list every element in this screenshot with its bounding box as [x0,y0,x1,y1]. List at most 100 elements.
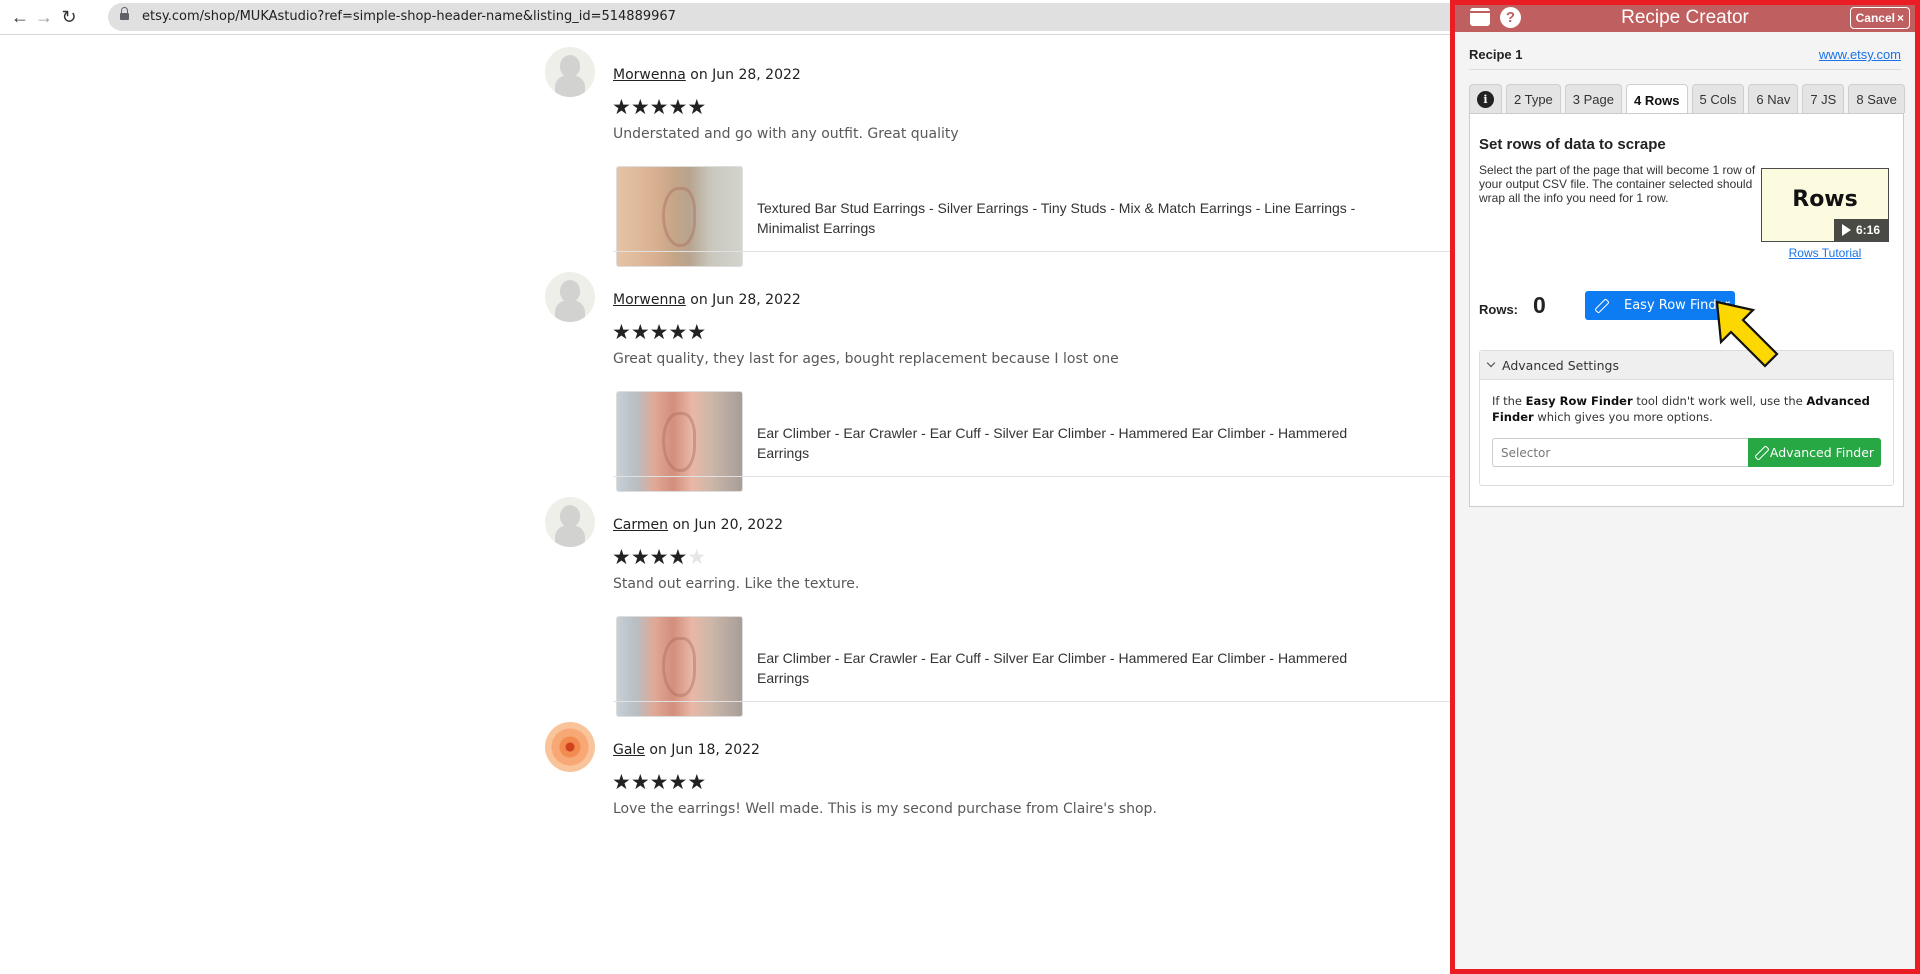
star-filled-icon: ★ [687,771,707,794]
reviewer-name-link[interactable]: Carmen [613,517,668,533]
star-filled-icon: ★ [649,321,669,344]
url-text[interactable]: etsy.com/shop/MUKAstudio?ref=simple-shop… [142,9,676,24]
play-icon [1841,224,1851,236]
panel-title: Recipe Creator [1621,7,1749,28]
recipe-name: Recipe 1 [1469,47,1523,62]
tab-cols[interactable]: 5 Cols [1691,84,1745,113]
tab-type[interactable]: 2 Type [1506,84,1561,113]
reviews-list: Morwenna on Jun 28, 2022 ★★★★★ Understat… [0,36,1450,974]
review-date: on Jun 18, 2022 [644,742,760,758]
reviewer-avatar [545,47,595,97]
section-description: Select the part of the page that will be… [1479,163,1756,205]
tab-rows[interactable]: 4 Rows [1626,84,1688,115]
cancel-button[interactable]: Cancel × [1849,7,1910,29]
pencil-icon [1755,447,1766,458]
star-filled-icon: ★ [612,321,631,344]
star-filled-icon: ★ [612,771,631,794]
rows-tutorial-link[interactable]: Rows Tutorial [1761,246,1889,260]
back-button[interactable]: ← [8,5,32,29]
reviewer-avatar [545,497,595,547]
advanced-finder-button[interactable]: Advanced Finder [1748,438,1881,467]
star-filled-icon: ★ [630,321,650,344]
cancel-label: Cancel [1855,11,1895,25]
star-rating: ★★★★★ [612,772,706,793]
review-text: Stand out earring. Like the texture. [613,576,860,592]
lock-icon [120,7,129,22]
reviewer-name-link[interactable]: Morwenna [613,67,686,83]
rows-count: 0 [1533,292,1546,318]
forward-button[interactable]: → [32,5,56,29]
review-date: on Jun 28, 2022 [685,292,801,308]
recipe-creator-panel: ? Recipe Creator Cancel × Recipe 1 www.e… [1450,0,1920,974]
star-filled-icon: ★ [630,546,650,569]
star-filled-icon: ★ [668,321,688,344]
arrow-left-icon: ← [11,6,29,27]
star-rating: ★★★★★ [612,97,706,118]
star-filled-icon: ★ [649,546,669,569]
reviewer-name-link[interactable]: Gale [613,742,645,758]
product-title[interactable]: Textured Bar Stud Earrings - Silver Earr… [757,198,1397,238]
tab-save[interactable]: 8 Save [1848,84,1905,113]
star-rating: ★★★★★ [612,322,706,343]
reviewer-line: Gale on Jun 18, 2022 [613,742,760,758]
tab-js[interactable]: 7 JS [1802,84,1845,113]
reviewer-avatar [545,272,595,322]
star-filled-icon: ★ [630,771,650,794]
star-filled-icon: ★ [612,96,631,119]
close-icon: × [1896,11,1904,25]
reviewer-line: Morwenna on Jun 28, 2022 [613,67,801,83]
site-link[interactable]: www.etsy.com [1819,47,1901,62]
review-date: on Jun 28, 2022 [685,67,801,83]
star-filled-icon: ★ [668,96,688,119]
advanced-settings-toggle[interactable]: Advanced Settings [1480,351,1893,380]
easy-row-finder-label: Easy Row Finder [1624,298,1730,313]
star-filled-icon: ★ [612,546,631,569]
tab-page[interactable]: 3 Page [1564,84,1622,113]
star-filled-icon: ★ [687,96,707,119]
tab-info[interactable]: i [1469,84,1502,113]
star-filled-icon: ★ [630,96,650,119]
reviewer-name-link[interactable]: Morwenna [613,292,686,308]
selector-input[interactable] [1492,438,1748,467]
chevron-down-icon [1486,358,1496,368]
product-title[interactable]: Ear Climber - Ear Crawler - Ear Cuff - S… [757,648,1397,688]
rows-tab-content: Set rows of data to scrape Select the pa… [1469,113,1904,507]
reviewer-line: Morwenna on Jun 28, 2022 [613,292,801,308]
advanced-settings-panel: Advanced Settings If the Easy Row Finder… [1479,350,1894,486]
reload-button[interactable]: ↻ [57,5,81,29]
review-text: Great quality, they last for ages, bough… [613,351,1119,367]
reviewer-line: Carmen on Jun 20, 2022 [613,517,783,533]
review-text: Understated and go with any outfit. Grea… [613,126,959,142]
star-filled-icon: ★ [649,771,669,794]
review-date: on Jun 20, 2022 [668,517,784,533]
video-duration: 6:16 [1834,219,1888,241]
tutorial-video-thumbnail[interactable]: Rows 6:16 [1761,168,1889,242]
review-divider [613,251,1450,252]
review-divider [613,476,1450,477]
panel-header: ? Recipe Creator Cancel × [1455,5,1915,32]
review-divider [613,701,1450,702]
easy-row-finder-button[interactable]: Easy Row Finder [1585,291,1735,320]
info-icon: i [1477,90,1494,108]
reviewer-avatar [545,722,595,772]
product-title[interactable]: Ear Climber - Ear Crawler - Ear Cuff - S… [757,423,1397,463]
rows-label: Rows: [1479,302,1518,317]
pencil-icon [1595,300,1606,311]
address-bar[interactable]: etsy.com/shop/MUKAstudio?ref=simple-shop… [108,3,1508,31]
reload-icon: ↻ [61,6,77,27]
tab-nav[interactable]: 6 Nav [1748,84,1799,113]
star-rating: ★★★★★ [612,547,706,568]
star-filled-icon: ★ [668,546,688,569]
step-tabs: i 2 Type 3 Page 4 Rows 5 Cols 6 Nav 7 JS… [1469,84,1905,115]
advanced-finder-label: Advanced Finder [1769,445,1875,460]
video-label: Rows [1792,187,1858,212]
star-filled-icon: ★ [668,771,688,794]
advanced-help-text: If the Easy Row Finder tool didn't work … [1492,394,1870,424]
arrow-right-icon: → [35,6,53,27]
star-filled-icon: ★ [649,96,669,119]
review-text: Love the earrings! Well made. This is my… [613,801,1157,817]
section-title: Set rows of data to scrape [1479,136,1666,153]
star-empty-icon: ★ [687,546,707,569]
duration-text: 6:16 [1855,223,1881,237]
star-filled-icon: ★ [687,321,707,344]
